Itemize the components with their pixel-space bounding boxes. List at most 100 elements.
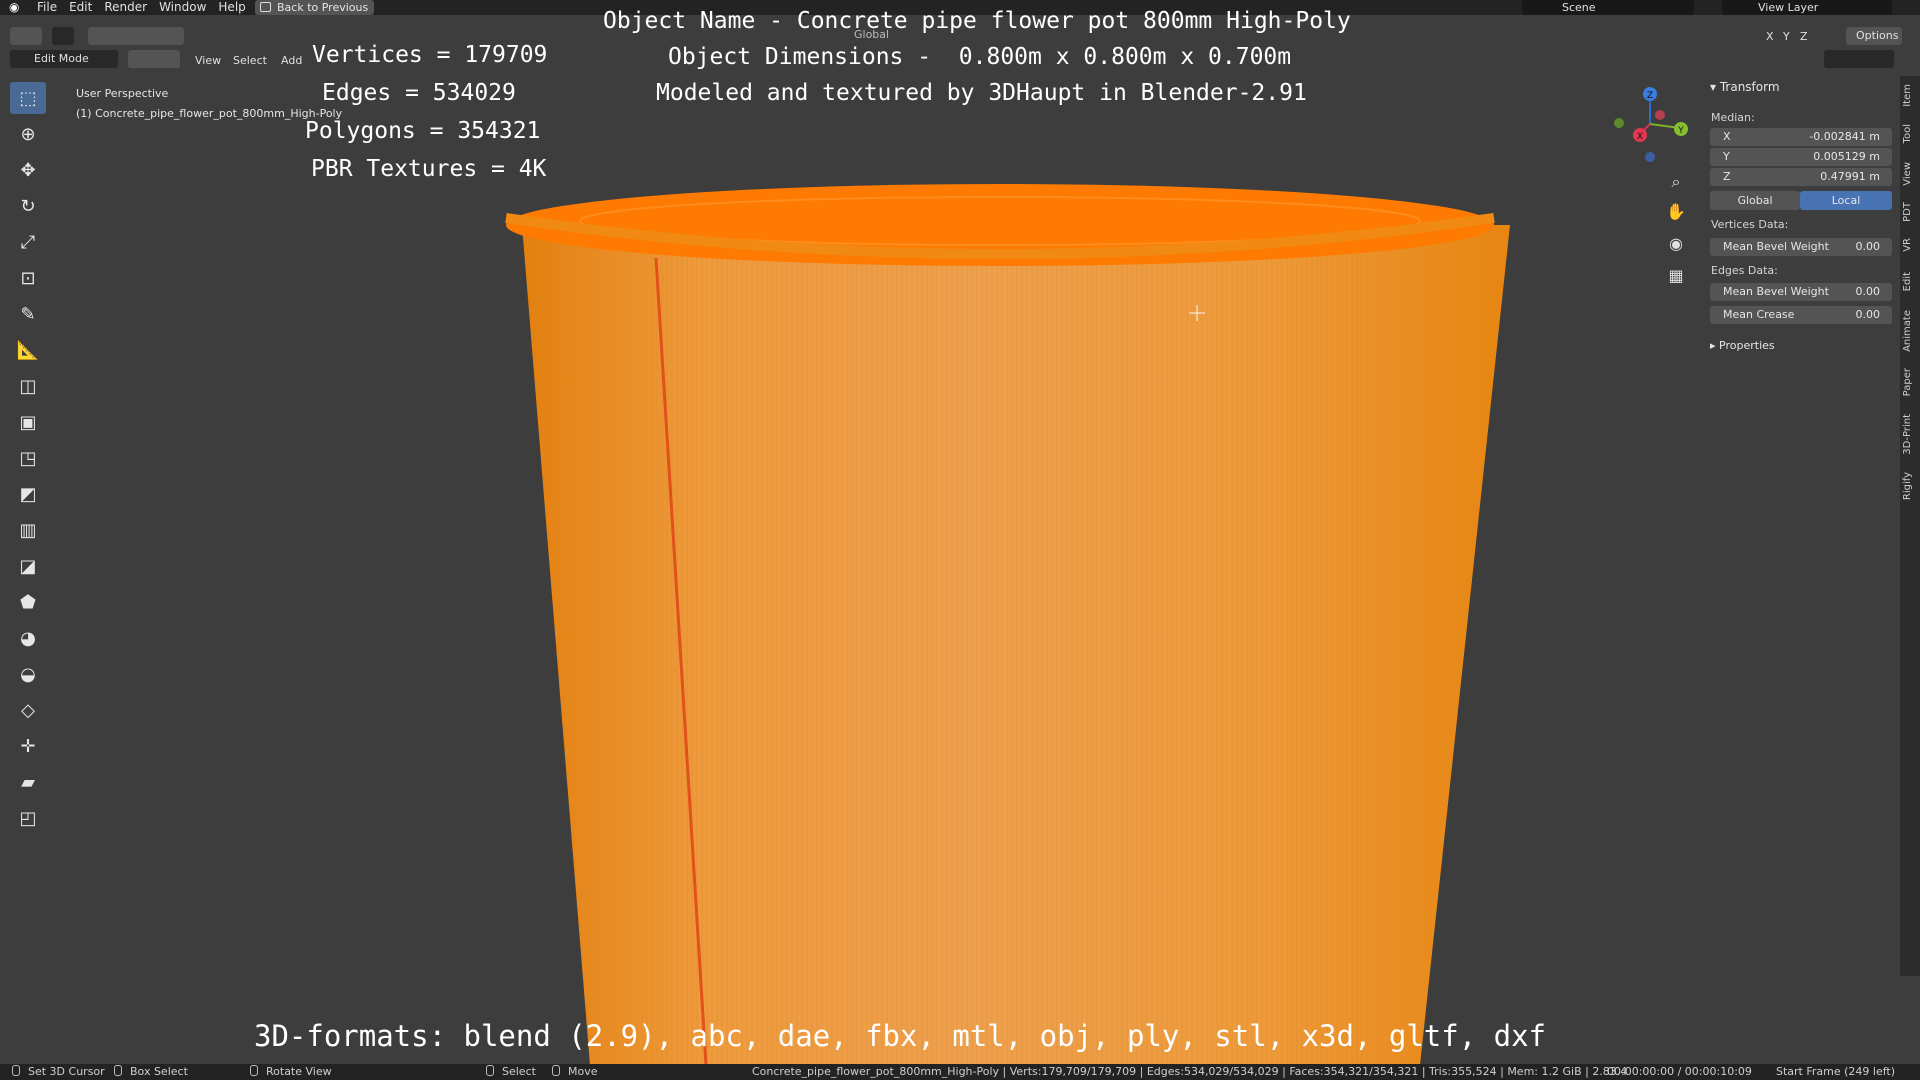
- knife-tool-icon[interactable]: ◪: [10, 550, 46, 582]
- tab-animate[interactable]: Animate: [1902, 310, 1918, 352]
- overlay-object-name: Object Name - Concrete pipe flower pot 8…: [603, 8, 1351, 34]
- vertex-bevel-value: 0.00: [1855, 240, 1881, 253]
- axis-x-toggle[interactable]: X: [1766, 30, 1774, 43]
- tab-item[interactable]: Item: [1902, 84, 1918, 107]
- move-label: Move: [568, 1065, 598, 1078]
- box-select-label: Box Select: [130, 1065, 188, 1078]
- local-toggle[interactable]: Local: [1800, 191, 1892, 210]
- axis-z-toggle[interactable]: Z: [1800, 30, 1808, 43]
- z-value: 0.47991 m: [1820, 170, 1880, 183]
- edge-bevel-label: Mean Bevel Weight: [1723, 285, 1829, 298]
- mean-crease-field[interactable]: Mean Crease 0.00: [1710, 306, 1892, 324]
- smooth-tool-icon[interactable]: ◒: [10, 658, 46, 690]
- overlay-credit: Modeled and textured by 3DHaupt in Blend…: [656, 80, 1307, 106]
- z-label: Z: [1723, 170, 1731, 183]
- mouse-right-icon: [250, 1065, 258, 1076]
- edges-data-label: Edges Data:: [1711, 264, 1778, 277]
- viewport[interactable]: [0, 0, 1690, 1065]
- vertices-data-label: Vertices Data:: [1711, 218, 1789, 231]
- tab-vr[interactable]: VR: [1902, 238, 1918, 252]
- transform-header[interactable]: ▾ Transform: [1710, 80, 1780, 94]
- status-bar: Set 3D Cursor Box Select Rotate View Sel…: [0, 1064, 1920, 1080]
- viewport-info: User Perspective (1) Concrete_pipe_flowe…: [76, 84, 342, 124]
- global-toggle[interactable]: Global: [1710, 191, 1800, 210]
- annotate-tool-icon[interactable]: ✎: [10, 298, 46, 330]
- edge-bevel-weight-field[interactable]: Mean Bevel Weight 0.00: [1710, 283, 1892, 301]
- status-select: Select: [486, 1064, 536, 1080]
- median-z-field[interactable]: Z 0.47991 m: [1710, 168, 1892, 186]
- move-tool-icon[interactable]: ✥: [10, 154, 46, 186]
- status-set-cursor: Set 3D Cursor: [12, 1064, 105, 1080]
- svg-text:Z: Z: [1647, 91, 1653, 101]
- overlay-polygons: Polygons = 354321: [305, 118, 541, 144]
- scale-tool-icon[interactable]: ⤢: [10, 226, 46, 258]
- rip-tool-icon[interactable]: ◰: [10, 802, 46, 834]
- rotate-tool-icon[interactable]: ↻: [10, 190, 46, 222]
- navigation-gizmo[interactable]: Z Y X: [1610, 84, 1700, 174]
- tab-edit[interactable]: Edit: [1902, 272, 1918, 291]
- overlay-textures: PBR Textures = 4K: [311, 156, 547, 182]
- axis-y-toggle[interactable]: Y: [1783, 30, 1790, 43]
- tab-tool[interactable]: Tool: [1902, 124, 1918, 143]
- vertex-bevel-label: Mean Bevel Weight: [1723, 240, 1829, 253]
- edge-slide-tool-icon[interactable]: ◇: [10, 694, 46, 726]
- crease-value: 0.00: [1855, 308, 1881, 321]
- mouse-left-icon: [12, 1065, 20, 1076]
- sidebar-tabs: Item Tool View PDT VR Edit Animate Paper…: [1900, 76, 1920, 976]
- status-frame: Start Frame (249 left): [1776, 1065, 1896, 1078]
- mouse-middle-icon: [114, 1065, 122, 1076]
- tab-paper[interactable]: Paper: [1902, 368, 1918, 396]
- options-button[interactable]: Options: [1846, 27, 1902, 45]
- mouse-left-icon-2: [486, 1065, 494, 1076]
- overlay-dimensions: Object Dimensions - 0.800m x 0.800m x 0.…: [668, 44, 1292, 70]
- shrink-fatten-tool-icon[interactable]: ✛: [10, 730, 46, 762]
- tool-bar: ⬚ ⊕ ✥ ↻ ⤢ ⊡ ✎ 📐 ◫ ▣ ◳ ◩ ▥ ◪ ⬟ ◕ ◒ ◇ ✛ ▰ …: [10, 82, 48, 838]
- status-time: 00:00:00:00 / 00:00:10:09: [1607, 1065, 1752, 1078]
- status-move: Move: [552, 1064, 598, 1080]
- shear-tool-icon[interactable]: ▰: [10, 766, 46, 798]
- vertex-bevel-weight-field[interactable]: Mean Bevel Weight 0.00: [1710, 238, 1892, 256]
- view-layer-selector[interactable]: View Layer: [1722, 0, 1892, 15]
- grid-icon[interactable]: ▦: [1662, 262, 1690, 290]
- rotate-view-label: Rotate View: [266, 1065, 332, 1078]
- add-cube-tool-icon[interactable]: ◫: [10, 370, 46, 402]
- view-layer-label: View Layer: [1758, 1, 1819, 14]
- zoom-icon[interactable]: ⌕: [1662, 168, 1690, 196]
- spin-tool-icon[interactable]: ◕: [10, 622, 46, 654]
- pot-mesh: [505, 184, 1510, 1065]
- options-label: Options: [1856, 29, 1899, 42]
- tab-pdt[interactable]: PDT: [1902, 202, 1918, 222]
- bevel-tool-icon[interactable]: ◩: [10, 478, 46, 510]
- overlay-vertices: Vertices = 179709: [312, 42, 548, 68]
- inset-tool-icon[interactable]: ◳: [10, 442, 46, 474]
- cursor-tool-icon[interactable]: ⊕: [10, 118, 46, 150]
- median-y-field[interactable]: Y 0.005129 m: [1710, 148, 1892, 166]
- shading-mode-buttons[interactable]: [1824, 50, 1894, 68]
- transform-tool-icon[interactable]: ⊡: [10, 262, 46, 294]
- loop-cut-tool-icon[interactable]: ▥: [10, 514, 46, 546]
- pan-hand-icon[interactable]: ✋: [1662, 198, 1690, 226]
- extrude-tool-icon[interactable]: ▣: [10, 406, 46, 438]
- camera-icon[interactable]: ◉: [1662, 230, 1690, 258]
- select-box-tool-icon[interactable]: ⬚: [10, 82, 46, 114]
- pot-wireframe: [522, 225, 1510, 1065]
- x-label: X: [1723, 130, 1731, 143]
- edge-bevel-value: 0.00: [1855, 285, 1881, 298]
- properties-title: Properties: [1719, 339, 1775, 352]
- overlay-formats: 3D-formats: blend (2.9), abc, dae, fbx, …: [254, 1019, 1547, 1053]
- perspective-label: User Perspective: [76, 87, 169, 100]
- tab-3d-print[interactable]: 3D-Print: [1902, 414, 1918, 455]
- y-label: Y: [1723, 150, 1730, 163]
- median-x-field[interactable]: X -0.002841 m: [1710, 128, 1892, 146]
- transform-title: Transform: [1719, 80, 1780, 94]
- properties-header[interactable]: ▸ Properties: [1710, 339, 1775, 352]
- set-cursor-label: Set 3D Cursor: [28, 1065, 105, 1078]
- active-object-label: (1) Concrete_pipe_flower_pot_800mm_High-…: [76, 107, 343, 120]
- measure-tool-icon[interactable]: 📐: [10, 334, 46, 366]
- tab-view[interactable]: View: [1902, 162, 1918, 186]
- status-box-select: Box Select: [114, 1064, 188, 1080]
- mouse-drag-icon: [552, 1065, 560, 1076]
- tab-rigify[interactable]: Rigify: [1902, 472, 1918, 500]
- select-label: Select: [502, 1065, 536, 1078]
- poly-build-tool-icon[interactable]: ⬟: [10, 586, 46, 618]
